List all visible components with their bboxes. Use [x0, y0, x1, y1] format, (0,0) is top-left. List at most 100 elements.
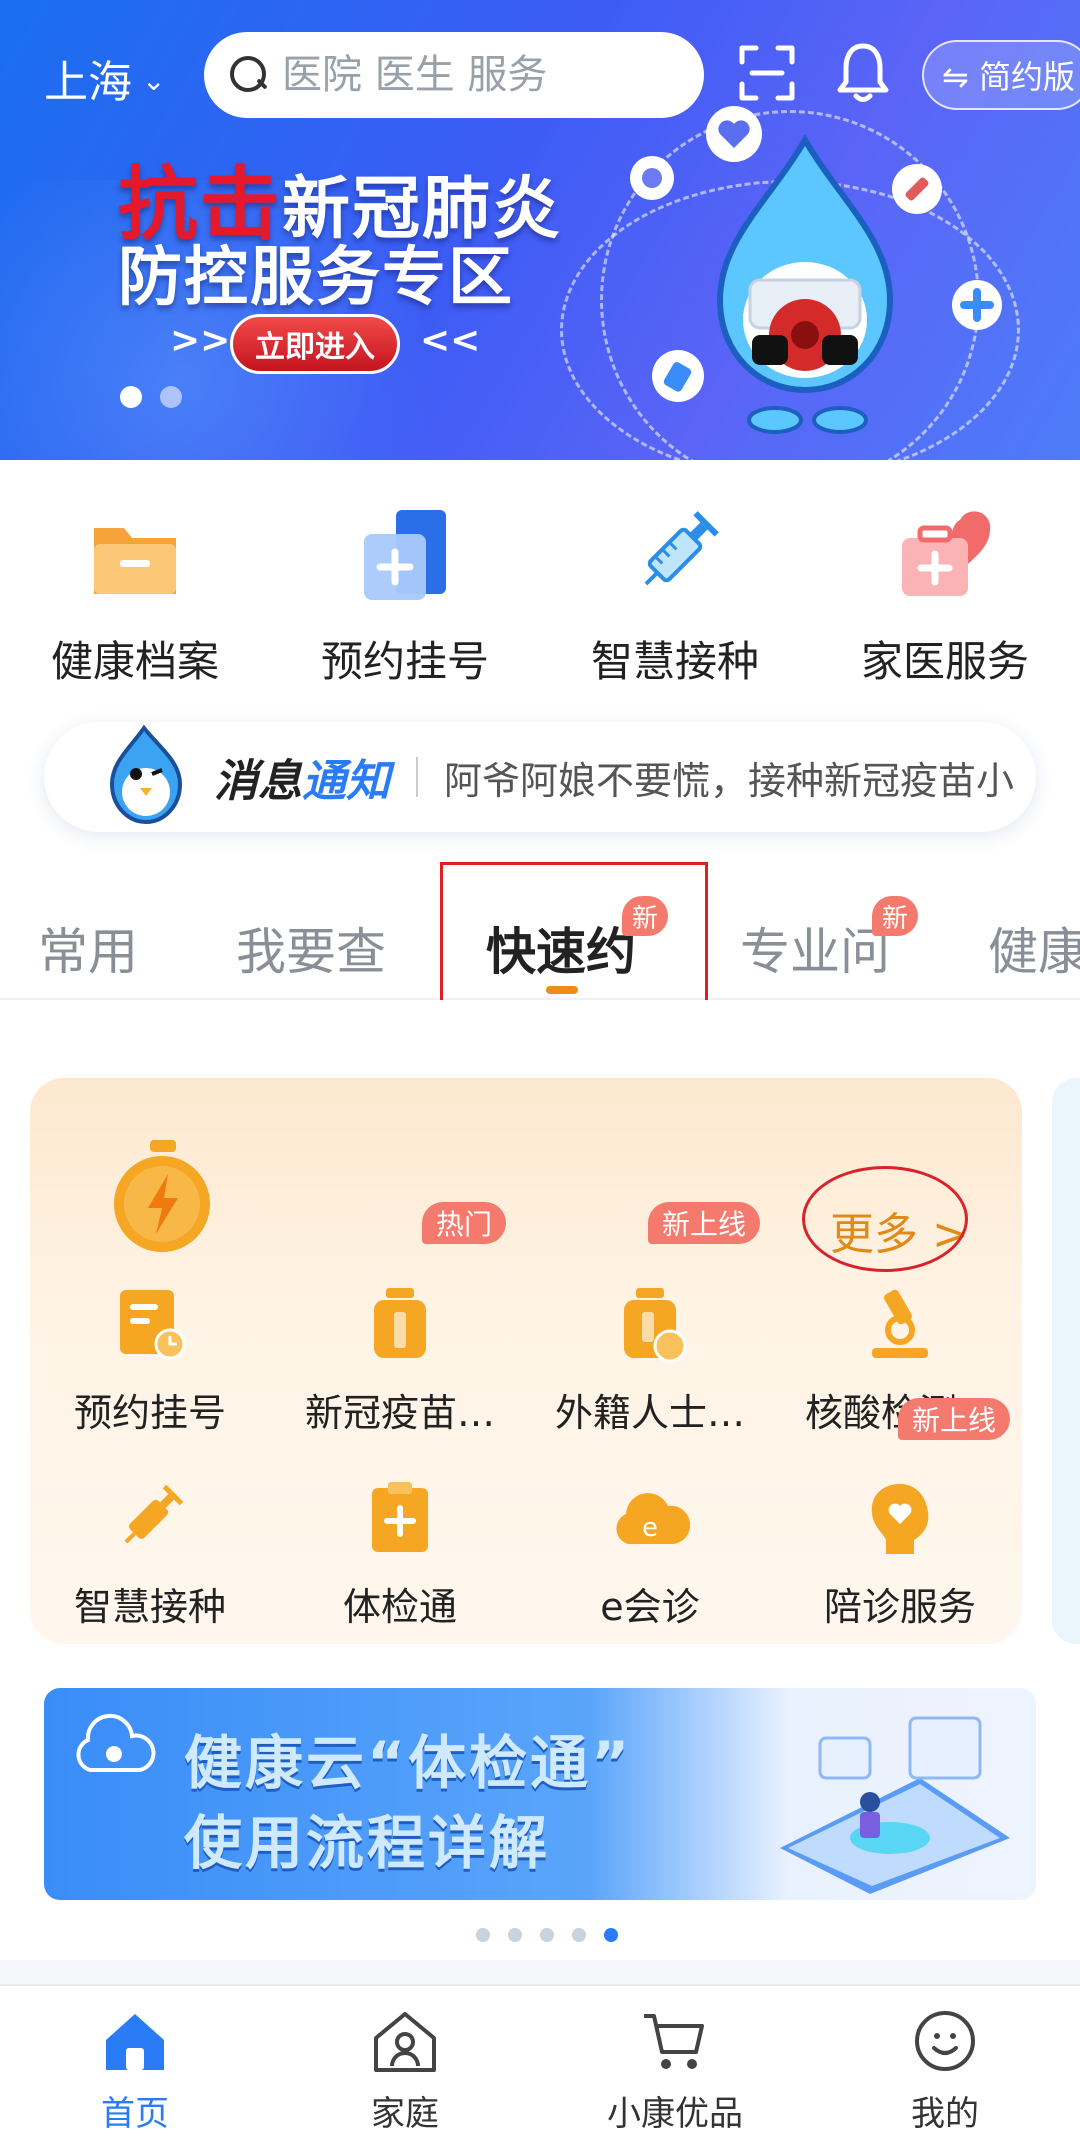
syringe-icon [892, 164, 942, 214]
entry-family-doctor[interactable]: 家医服务 [825, 500, 1065, 696]
service-label: 陪诊服务 [823, 1585, 976, 1629]
simple-mode-button[interactable]: ⇋ 简约版 [922, 40, 1080, 110]
carousel-dot[interactable] [540, 1928, 554, 1942]
carousel-dot[interactable] [572, 1928, 586, 1942]
tab-lookup[interactable]: 我要查 [236, 912, 386, 984]
quick-book-card: 更多 > 预约挂号 新冠疫苗… 外籍人士… 智慧接种 体检通 e e会诊 陪诊服… [30, 1078, 1022, 1644]
notice-bar[interactable]: 消息通知 阿爷阿娘不要慌，接种新冠疫苗小 [44, 722, 1036, 832]
syringe-icon [124, 1484, 184, 1544]
service-label: 新冠疫苗… [304, 1391, 495, 1435]
syringe-icon [644, 511, 719, 586]
home-icon [106, 2014, 164, 2070]
service-label: 预约挂号 [73, 1391, 226, 1435]
tab-health[interactable]: 健康 [988, 912, 1080, 984]
carousel-dot[interactable] [160, 386, 182, 408]
quick-entries: 健康档案 预约挂号 智慧接种 家医服务 [0, 460, 1080, 696]
hero-banner[interactable]: 上海 ⌄ ⇋ 简约版 抗击新冠肺炎 防控服务专区 >> 立即进入 << [0, 0, 1080, 460]
notice-title: 消息通知 [214, 745, 390, 809]
family-icon [374, 2012, 436, 2072]
tab-common[interactable]: 常用 [38, 912, 138, 984]
enter-now-button[interactable]: 立即进入 [230, 314, 400, 374]
nav-shop[interactable]: 小康优品 [565, 2006, 785, 2154]
service-smart-vaccination[interactable]: 智慧接种 [30, 1478, 270, 1631]
hero-subheadline: 防控服务专区 [118, 241, 514, 315]
medicine-bottle-icon [652, 350, 704, 402]
chevron-down-icon: ⌄ [142, 63, 166, 97]
nav-label: 首页 [101, 2094, 169, 2134]
plus-badge-icon [952, 280, 1002, 330]
service-label: 体检通 [342, 1585, 457, 1629]
cloud-e-icon: e [616, 1493, 690, 1544]
hot-badge: 热门 [422, 1202, 507, 1244]
search-icon [230, 56, 268, 94]
notice-title-a: 消息 [214, 756, 302, 807]
content-area: 更多 > 预约挂号 新冠疫苗… 外籍人士… 智慧接种 体检通 e e会诊 陪诊服… [0, 1000, 1080, 1960]
service-appointment[interactable]: 预约挂号 [30, 1284, 270, 1437]
notice-section: 消息通知 阿爷阿娘不要慌，接种新冠疫苗小 [0, 696, 1080, 854]
service-escort[interactable]: 陪诊服务 [780, 1478, 1020, 1631]
entry-health-record[interactable]: 健康档案 [15, 500, 255, 696]
new-online-badge: 新上线 [648, 1202, 761, 1244]
nav-label: 我的 [911, 2094, 979, 2134]
carousel-dots [120, 386, 182, 408]
simple-mode-label: ⇋ 简约版 [942, 58, 1075, 96]
entry-label: 智慧接种 [590, 637, 759, 686]
heart-shield-icon [706, 106, 762, 162]
promo-carousel-dots [476, 1928, 618, 1942]
vaccine-bottle-icon [374, 1288, 426, 1358]
service-label: 智慧接种 [73, 1585, 226, 1629]
register-icon [364, 510, 446, 600]
arrow-decor-left: >> [170, 320, 231, 361]
clipboard-icon [372, 1482, 428, 1552]
notice-title-b: 通知 [302, 756, 390, 807]
scan-icon[interactable] [738, 44, 796, 102]
service-checkup[interactable]: 体检通 [280, 1478, 520, 1631]
promo-title-line1: 健康云“体检通” [184, 1729, 633, 1797]
nav-home[interactable]: 首页 [25, 2006, 245, 2154]
appointment-icon [120, 1290, 186, 1360]
carousel-dot[interactable] [604, 1928, 618, 1942]
service-covid-vaccine[interactable]: 新冠疫苗… [280, 1284, 520, 1437]
foreign-vaccine-icon [624, 1288, 687, 1363]
profile-icon [915, 2011, 975, 2071]
bottom-navigation: 首页 家庭 小康优品 我的 [0, 1984, 1080, 2154]
arrow-decor-right: << [420, 320, 481, 361]
enter-now-label: 立即进入 [255, 330, 375, 365]
service-e-consult[interactable]: e e会诊 [530, 1478, 770, 1631]
svg-text:e: e [642, 1513, 658, 1543]
medical-kit-icon [902, 511, 991, 596]
city-selector[interactable]: 上海 ⌄ [44, 46, 165, 110]
promo-title-line2: 使用流程详解 [184, 1809, 551, 1877]
lightning-stopwatch-icon [114, 1140, 210, 1252]
nav-family[interactable]: 家庭 [295, 2006, 515, 2154]
nav-label: 家庭 [371, 2094, 439, 2134]
healthcare-cloud-logo-icon [76, 1713, 156, 1772]
search-bar[interactable] [204, 32, 704, 118]
annotation-circle [802, 1166, 968, 1272]
nav-profile[interactable]: 我的 [835, 2006, 1055, 2154]
nav-label: 小康优品 [607, 2094, 743, 2134]
promo-banner[interactable]: 健康云“体检通” 使用流程详解 [44, 1688, 1036, 1900]
service-label: 外籍人士… [554, 1391, 745, 1435]
carousel-dot[interactable] [120, 386, 142, 408]
annotation-highlight-box [440, 862, 708, 1022]
entry-register[interactable]: 预约挂号 [285, 500, 525, 696]
carousel-dot[interactable] [476, 1928, 490, 1942]
tab-consult[interactable]: 专业问 [740, 912, 890, 984]
microscope-icon [872, 1289, 928, 1358]
entry-vaccination[interactable]: 智慧接种 [555, 500, 795, 696]
new-badge: 新 [872, 896, 918, 936]
notice-message: 阿爷阿娘不要慌，接种新冠疫苗小 [444, 758, 1015, 803]
search-input[interactable] [282, 52, 682, 98]
service-foreigner[interactable]: 外籍人士… [530, 1284, 770, 1437]
carousel-dot[interactable] [508, 1928, 522, 1942]
phone-checkup-illustration [780, 1716, 1010, 1894]
folder-icon [94, 528, 176, 594]
new-online-badge: 新上线 [898, 1398, 1011, 1440]
bell-icon[interactable] [836, 40, 890, 104]
mascot-bird-icon [109, 724, 183, 825]
divider [416, 757, 418, 797]
entry-label: 健康档案 [50, 637, 219, 686]
entry-label: 家医服务 [860, 637, 1029, 686]
virus-icon [630, 156, 674, 200]
